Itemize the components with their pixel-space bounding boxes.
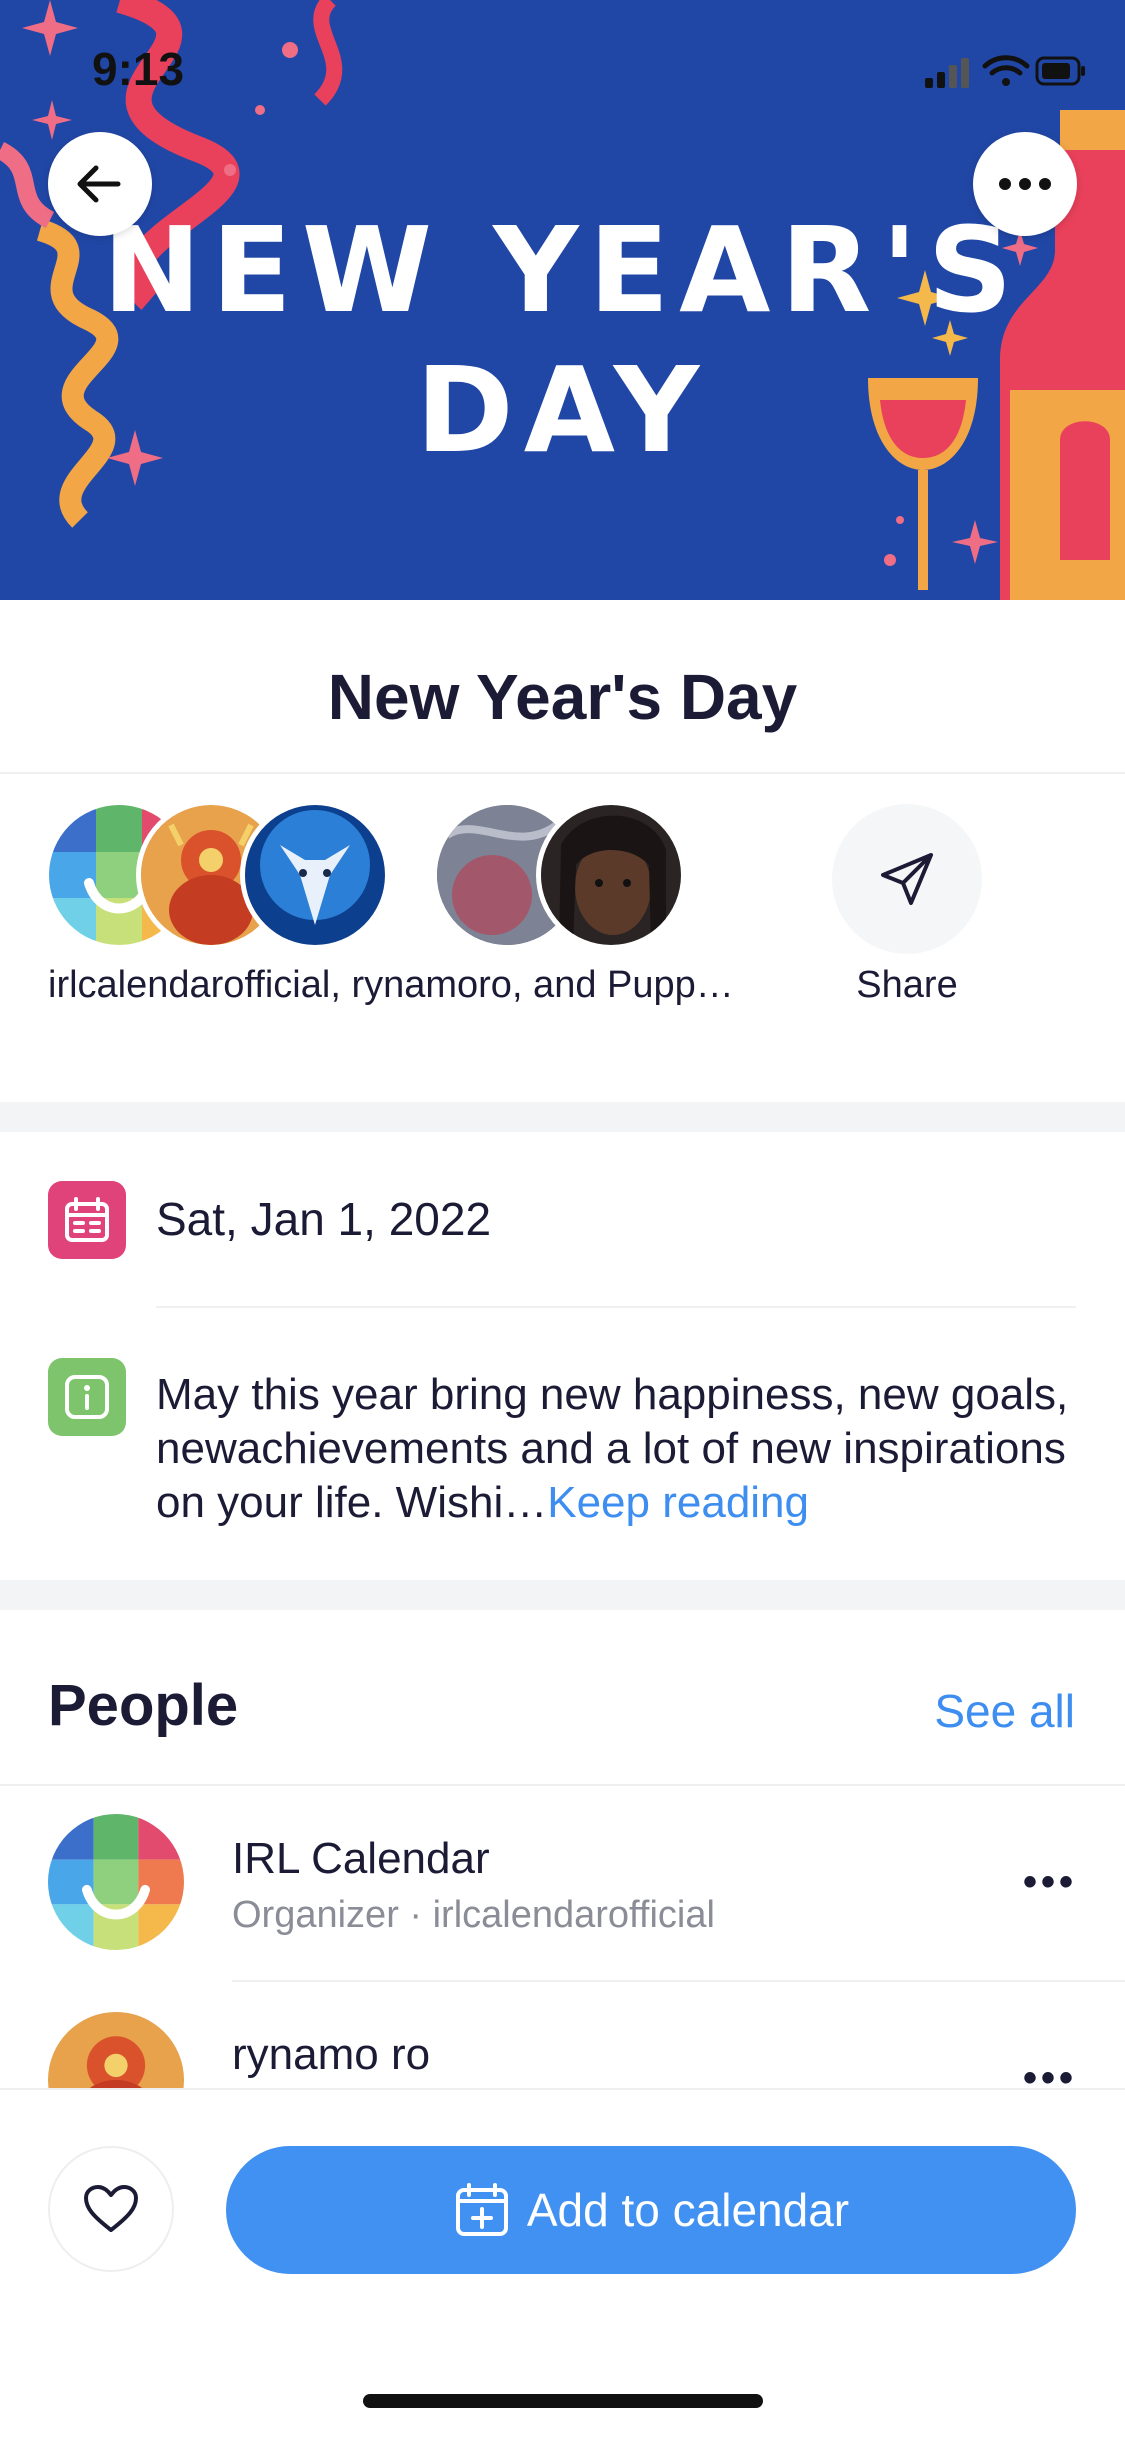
share-button[interactable] — [832, 804, 982, 954]
hero-title-line-1: NEW YEAR'S — [102, 201, 1023, 339]
calendar-icon — [48, 1181, 126, 1259]
add-to-calendar-label: Add to calendar — [526, 2184, 850, 2236]
heart-icon — [84, 2185, 138, 2232]
people-heading: People — [48, 1673, 239, 1738]
section-separator — [0, 1102, 1125, 1132]
event-description: May this year bring new happiness, new g… — [156, 1368, 1076, 1530]
person-name: rynamo ro — [232, 2030, 431, 2079]
share-label[interactable]: Share — [832, 964, 982, 1007]
status-icons — [925, 55, 1085, 88]
hero-banner: NEW YEAR'S DAY 9:13 — [0, 0, 1125, 600]
person-more-button[interactable]: ••• — [1023, 1860, 1077, 1905]
battery-icon — [1035, 56, 1085, 86]
hero-title-line-2: DAY — [415, 341, 710, 479]
more-options-button[interactable] — [973, 132, 1077, 236]
hero-title: NEW YEAR'S DAY — [0, 200, 1125, 480]
status-bar: 9:13 — [0, 0, 1125, 130]
signal-icon — [925, 58, 969, 88]
back-button[interactable] — [48, 132, 152, 236]
back-arrow-icon — [77, 165, 121, 203]
wifi-icon — [982, 55, 1030, 86]
share-icon — [881, 853, 933, 905]
attendees-summary[interactable]: irlcalendarofficial, rynamoro, and Pupp… — [48, 964, 734, 1007]
person-subtitle: Organizer · irlcalendarofficial — [232, 1894, 715, 1936]
more-icon — [999, 178, 1051, 190]
add-to-calendar-button[interactable]: Add to calendar — [226, 2146, 1076, 2274]
person-name: IRL Calendar — [232, 1834, 490, 1883]
divider — [0, 1784, 1125, 1786]
status-time: 9:13 — [92, 43, 185, 95]
event-date: Sat, Jan 1, 2022 — [156, 1193, 492, 1245]
calendar-add-icon — [455, 2183, 508, 2236]
event-title: New Year's Day — [327, 661, 798, 733]
section-separator — [0, 1580, 1125, 1610]
info-icon — [48, 1358, 126, 1436]
avatar-attendee-5 — [536, 800, 686, 950]
divider — [0, 772, 1125, 774]
avatar — [48, 1814, 184, 1950]
divider — [156, 1306, 1076, 1308]
avatar-wolf — [240, 800, 390, 950]
bottom-action-bar: Add to calendar — [0, 2088, 1125, 2438]
keep-reading-link[interactable]: Keep reading — [547, 1478, 809, 1527]
home-indicator[interactable] — [363, 2394, 763, 2408]
divider — [232, 1980, 1125, 1982]
see-all-link[interactable]: See all — [934, 1684, 1075, 1738]
favorite-button[interactable] — [48, 2146, 174, 2272]
